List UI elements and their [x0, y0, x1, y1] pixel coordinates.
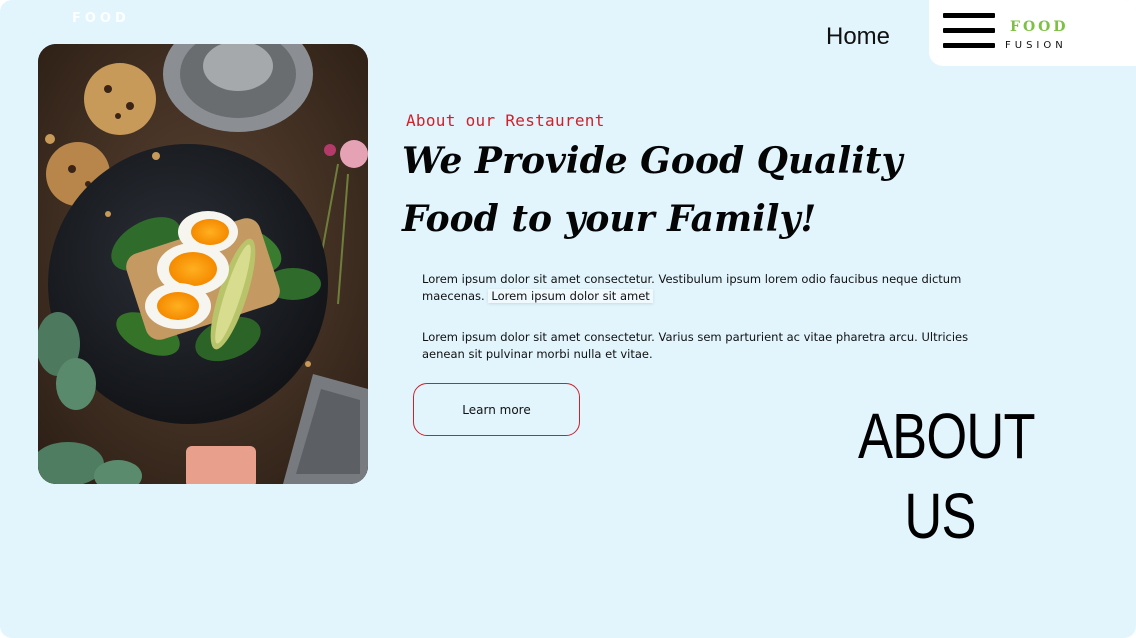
page: FOOD Home FOOD FUSION About our Restaure…	[0, 0, 1136, 638]
food-photo	[38, 44, 368, 484]
headline-line-1: We Provide Good Quality	[402, 140, 903, 182]
section-eyebrow: About our Restaurent	[406, 111, 605, 130]
nav-home-link[interactable]: Home	[826, 23, 890, 51]
brand-logo-fusion[interactable]: FUSION	[1005, 40, 1067, 51]
section-title-line-2: US	[904, 480, 976, 552]
about-paragraph-1: Lorem ipsum dolor sit amet consectetur. …	[422, 271, 982, 305]
faint-logo-text: FOOD	[72, 11, 130, 26]
section-title: ABOUT US	[858, 396, 1036, 556]
brand-logo-food[interactable]: FOOD	[1010, 19, 1068, 35]
menu-icon[interactable]	[943, 13, 995, 49]
page-headline: We Provide Good Quality Food to your Fam…	[402, 132, 922, 248]
headline-line-2: Food to your Family!	[402, 198, 817, 240]
about-paragraph-2: Lorem ipsum dolor sit amet consectetur. …	[422, 330, 969, 361]
paragraph-1-highlight: Lorem ipsum dolor sit amet	[488, 289, 653, 303]
brand-header: FOOD FUSION	[929, 0, 1136, 66]
section-title-line-1: ABOUT	[858, 400, 1036, 472]
learn-more-button[interactable]: Learn more	[413, 383, 580, 436]
